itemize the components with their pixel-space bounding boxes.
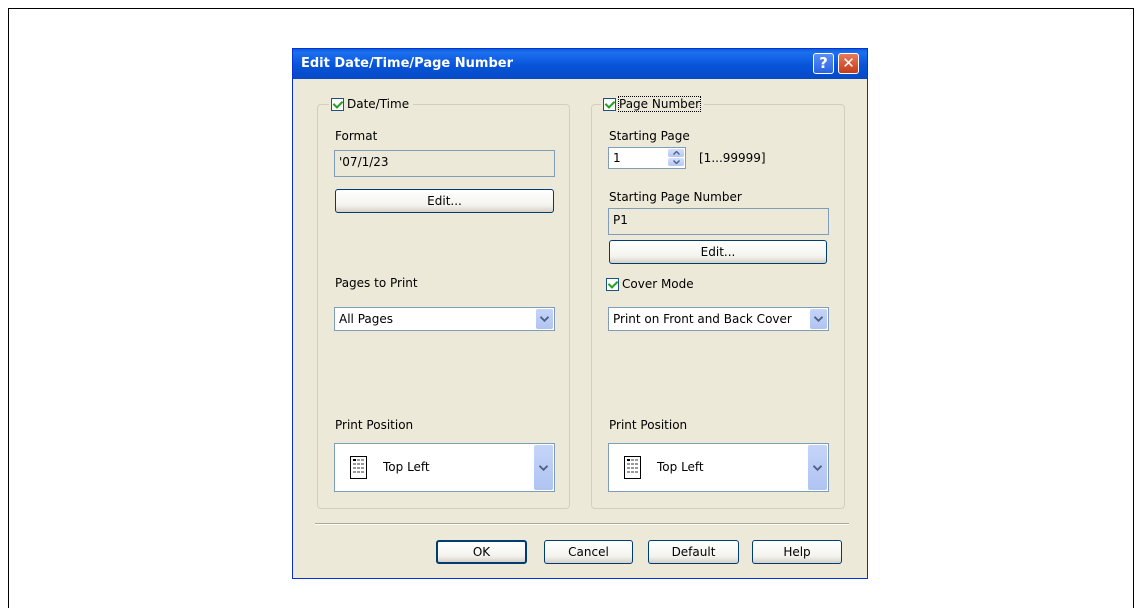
chevron-down-icon[interactable]: [534, 445, 553, 490]
close-icon[interactable]: ✕: [838, 53, 859, 74]
cover-mode-checkbox[interactable]: [606, 277, 619, 291]
edit-date-time-page-number-dialog: Edit Date/Time/Page Number ? ✕ Date/Time…: [292, 48, 868, 579]
starting-page-value: 1: [613, 151, 621, 165]
chevron-down-icon[interactable]: [536, 309, 553, 329]
date-time-checkbox-row[interactable]: Date/Time: [329, 96, 414, 112]
cover-mode-checkbox-row[interactable]: Cover Mode: [606, 276, 694, 292]
chevron-down-icon[interactable]: [810, 309, 827, 329]
starting-page-range: [1...99999]: [699, 151, 766, 165]
chevron-down-icon[interactable]: [808, 445, 827, 490]
date-time-print-position-select[interactable]: Top Left: [334, 443, 555, 492]
date-time-label: Date/Time: [347, 97, 410, 111]
dialog-title: Edit Date/Time/Page Number: [301, 56, 513, 71]
date-time-print-position-label: Print Position: [335, 418, 414, 432]
format-field: '07/1/23: [334, 150, 555, 177]
footer-separator: [315, 523, 849, 525]
page-number-print-position-label: Print Position: [609, 418, 688, 432]
page-position-icon: [350, 456, 367, 482]
page-number-label: Page Number: [617, 96, 702, 112]
page-number-checkbox[interactable]: [603, 97, 616, 111]
format-label: Format: [335, 129, 378, 143]
help-icon[interactable]: ?: [813, 53, 834, 74]
date-time-checkbox[interactable]: [331, 97, 344, 111]
default-button[interactable]: Default: [648, 540, 739, 564]
spin-down-icon[interactable]: [668, 158, 684, 166]
title-bar[interactable]: Edit Date/Time/Page Number ? ✕: [293, 49, 867, 79]
page-number-checkbox-row[interactable]: Page Number: [601, 96, 705, 112]
pages-to-print-label: Pages to Print: [335, 276, 418, 290]
page-number-print-position-select[interactable]: Top Left: [608, 443, 829, 492]
starting-page-label: Starting Page: [609, 129, 690, 143]
cancel-button[interactable]: Cancel: [544, 540, 633, 564]
help-button[interactable]: Help: [752, 540, 842, 564]
date-time-print-position-value: Top Left: [383, 460, 430, 474]
starting-page-number-label: Starting Page Number: [609, 190, 742, 204]
cover-mode-value: Print on Front and Back Cover: [613, 312, 792, 326]
cover-mode-select[interactable]: Print on Front and Back Cover: [608, 307, 829, 331]
pages-to-print-value: All Pages: [339, 312, 393, 326]
cover-mode-label: Cover Mode: [622, 277, 694, 291]
spin-up-icon[interactable]: [668, 149, 684, 157]
page-number-edit-button[interactable]: Edit...: [609, 240, 827, 264]
date-time-edit-button[interactable]: Edit...: [335, 189, 554, 213]
ok-button[interactable]: OK: [436, 540, 527, 564]
page-number-print-position-value: Top Left: [657, 460, 704, 474]
pages-to-print-select[interactable]: All Pages: [334, 307, 555, 331]
starting-page-number-field: P1: [608, 208, 829, 235]
page-position-icon: [624, 456, 641, 482]
starting-page-spinner[interactable]: 1: [608, 147, 686, 169]
